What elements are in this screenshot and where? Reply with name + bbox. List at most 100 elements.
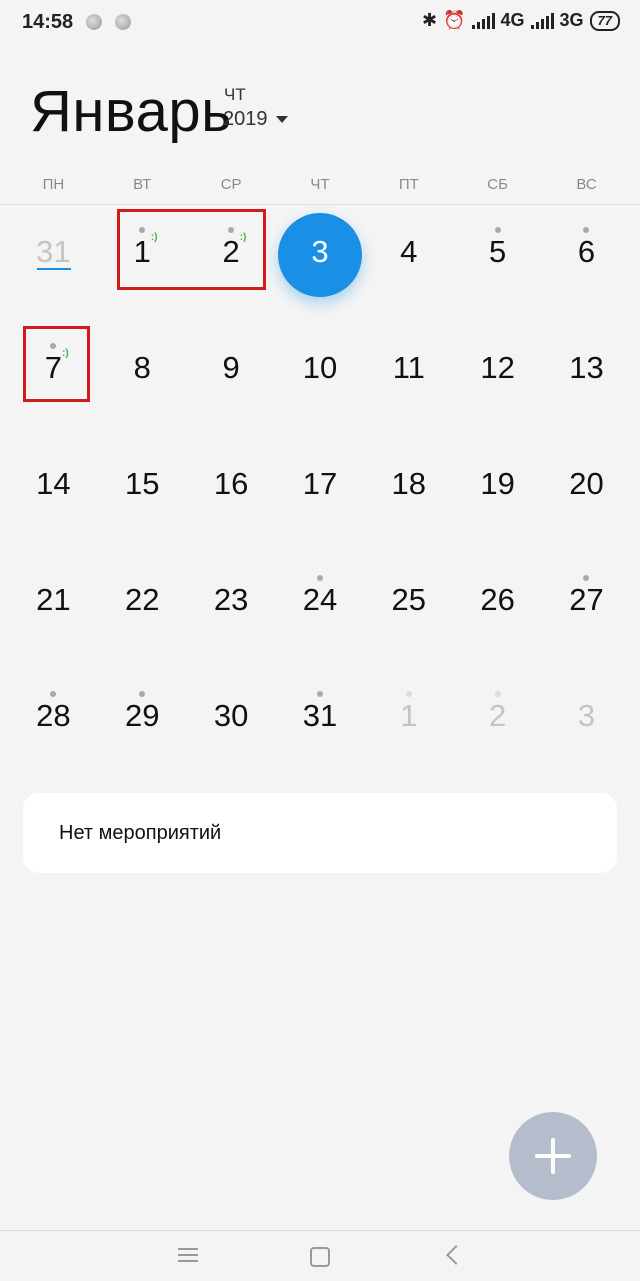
calendar-day[interactable]: 31 <box>9 195 98 311</box>
calendar-week: 7:) 8 9 10 11 12 13 <box>9 311 631 427</box>
year-label: 2019 <box>223 108 268 130</box>
day-number: 20 <box>569 466 604 501</box>
day-number: 12 <box>480 350 515 385</box>
weekday-label: ПН <box>42 176 65 193</box>
calendar-grid: 31 1:) 2:) 3 4 5 6 7:) 8 9 10 11 12 13 14 15 16 17 18 19 20 2… <box>9 195 631 775</box>
events-card: Нет мероприятий <box>23 793 617 873</box>
calendar-week: 28 29 30 31 1 2 3 <box>9 659 631 775</box>
day-number: 29 <box>125 698 160 733</box>
signal-icon <box>530 12 554 29</box>
dropdown-caret-icon <box>275 116 288 123</box>
calendar-day[interactable]: 11 <box>364 311 453 427</box>
day-number: 2 <box>489 698 507 733</box>
status-icons: ✱ ⏰ 4G 3G 77 <box>422 10 620 31</box>
calendar-day[interactable]: 26 <box>453 543 542 659</box>
bluetooth-icon: ✱ <box>421 10 438 30</box>
day-number: 6 <box>577 234 596 269</box>
back-icon[interactable] <box>446 1245 466 1265</box>
day-number: 17 <box>302 466 338 501</box>
calendar-day[interactable]: 28 <box>9 659 98 775</box>
day-number: 5 <box>489 234 507 269</box>
day-number: 8 <box>133 350 151 385</box>
day-number: 26 <box>480 582 515 617</box>
calendar-day[interactable]: 5 <box>453 195 542 311</box>
weekday-label: ВС <box>576 176 597 193</box>
day-number: 21 <box>36 582 71 617</box>
event-dot-icon <box>50 691 57 697</box>
network-type-1: 4G <box>500 10 525 30</box>
year-selector[interactable]: 2019 <box>223 108 288 131</box>
day-number: 23 <box>213 582 249 617</box>
day-number: 31 <box>302 698 338 733</box>
current-weekday: ЧТ <box>224 85 246 104</box>
day-number: 14 <box>36 466 71 501</box>
alarm-icon: ⏰ <box>443 10 466 30</box>
day-number: 24 <box>302 582 338 617</box>
calendar-day[interactable]: 6 <box>542 195 631 311</box>
calendar-day[interactable]: 2 <box>453 659 542 775</box>
calendar-day[interactable]: 21 <box>9 543 98 659</box>
add-event-button[interactable] <box>509 1112 597 1200</box>
calendar-week: 31 1:) 2:) 3 4 5 6 <box>9 195 631 311</box>
calendar-day[interactable]: 20 <box>542 427 631 543</box>
day-number: 16 <box>213 466 249 501</box>
weekday-label: ПТ <box>398 176 419 193</box>
calendar-day[interactable]: 29 <box>98 659 187 775</box>
event-dot-icon <box>405 691 412 697</box>
event-dot-icon <box>316 575 323 581</box>
calendar-day[interactable]: 1 <box>364 659 453 775</box>
calendar-day[interactable]: 4 <box>364 195 453 311</box>
calendar-day[interactable]: 30 <box>187 659 276 775</box>
day-number: 10 <box>302 350 338 385</box>
calendar-day[interactable]: 19 <box>453 427 542 543</box>
no-events-text: Нет мероприятий <box>59 822 222 844</box>
highlight-box <box>117 209 266 290</box>
notification-icon <box>115 14 131 30</box>
event-dot-icon <box>583 227 590 233</box>
calendar-day[interactable]: 14 <box>9 427 98 543</box>
menu-icon[interactable] <box>178 1248 198 1262</box>
calendar-day[interactable]: 22 <box>98 543 187 659</box>
network-type-2: 3G <box>559 10 584 30</box>
day-number: 19 <box>480 466 515 501</box>
event-dot-icon <box>316 691 323 697</box>
calendar-day[interactable]: 18 <box>364 427 453 543</box>
day-number: 18 <box>391 466 427 501</box>
calendar-day[interactable]: 8 <box>98 311 187 427</box>
home-icon[interactable] <box>310 1247 330 1267</box>
calendar-day[interactable]: 24 <box>276 543 365 659</box>
calendar-day[interactable]: 25 <box>364 543 453 659</box>
day-number: 9 <box>222 350 240 385</box>
status-time: 14:58 <box>22 11 74 33</box>
weekday-label: СБ <box>487 176 508 193</box>
day-number: 3 <box>577 698 596 733</box>
navigation-bar <box>0 1230 640 1281</box>
day-number: 11 <box>392 350 425 385</box>
highlight-box <box>23 326 90 402</box>
battery-icon: 77 <box>589 10 620 31</box>
notification-icon <box>86 14 102 30</box>
month-title[interactable]: Январь <box>30 78 232 145</box>
calendar-day[interactable]: 23 <box>187 543 276 659</box>
day-number: 13 <box>569 350 604 385</box>
signal-icon <box>471 12 495 29</box>
day-number: 4 <box>400 234 418 269</box>
calendar-day[interactable]: 9 <box>187 311 276 427</box>
calendar-day[interactable]: 3 <box>542 659 631 775</box>
event-dot-icon <box>139 691 146 697</box>
calendar-day[interactable]: 27 <box>542 543 631 659</box>
event-dot-icon <box>583 575 590 581</box>
calendar-week: 21 22 23 24 25 26 27 <box>9 543 631 659</box>
calendar-day[interactable]: 31 <box>276 659 365 775</box>
calendar-day[interactable]: 16 <box>187 427 276 543</box>
calendar-day[interactable]: 15 <box>98 427 187 543</box>
calendar-day[interactable]: 17 <box>276 427 365 543</box>
weekday-label: СР <box>220 176 242 193</box>
calendar-day[interactable]: 13 <box>542 311 631 427</box>
weekday-label: ВТ <box>133 176 152 193</box>
calendar-day[interactable]: 10 <box>276 311 365 427</box>
day-number: 22 <box>125 582 160 617</box>
calendar-day-today[interactable]: 3 <box>276 195 365 311</box>
day-number: 15 <box>125 466 160 501</box>
calendar-day[interactable]: 12 <box>453 311 542 427</box>
